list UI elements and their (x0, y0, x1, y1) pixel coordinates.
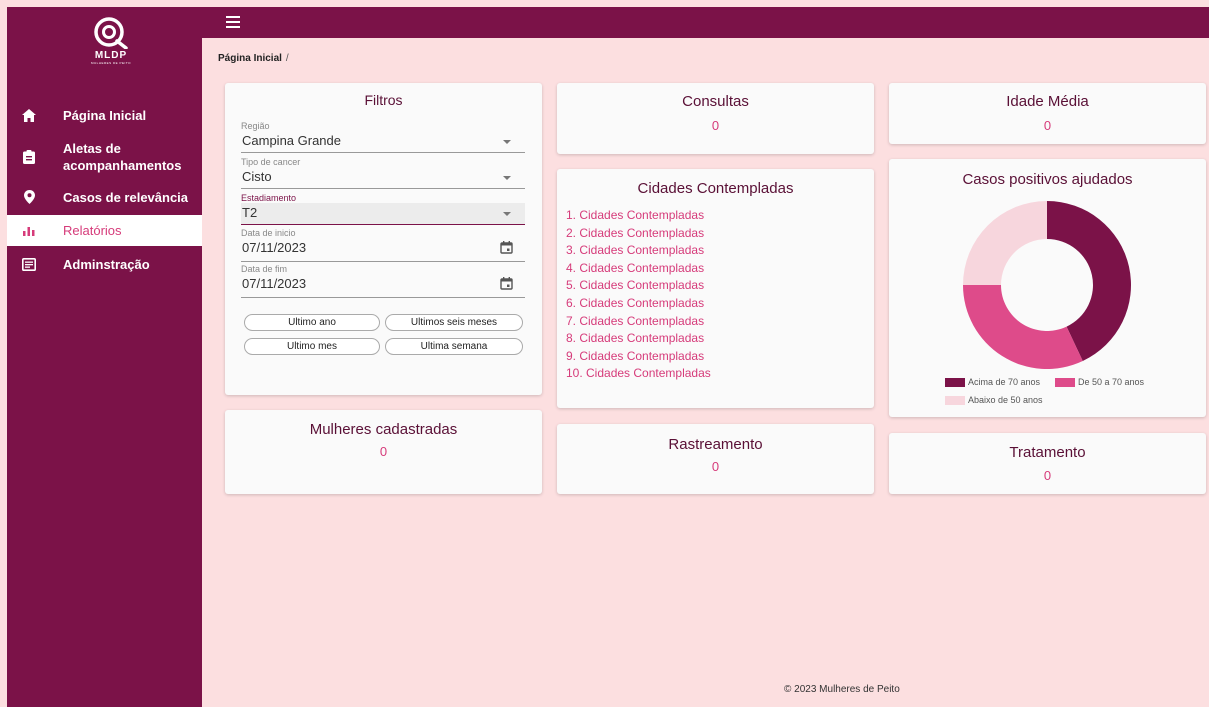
donut-slice-2[interactable] (963, 201, 1047, 285)
consultations-title: Consultas (682, 93, 749, 110)
staging-value: T2 (242, 205, 258, 220)
average-age-card: Idade Média 0 (889, 83, 1206, 144)
screening-title: Rastreamento (668, 436, 763, 453)
calendar-icon[interactable] (500, 241, 513, 254)
sidebar-item-label: Adminstração (63, 256, 150, 272)
calendar-icon[interactable] (500, 277, 513, 290)
cities-list: 1. Cidades Contempladas 2. Cidades Conte… (566, 207, 711, 383)
women-registered-card: Mulheres cadastradas 0 (225, 410, 542, 494)
sidebar-item-label: Casos de relevância (63, 189, 189, 205)
screening-value: 0 (711, 459, 720, 474)
women-registered-title: Mulheres cadastradas (309, 421, 458, 438)
breadcrumb-current[interactable]: Página Inicial (218, 53, 282, 64)
start-date-label: Data de inicio (241, 228, 296, 238)
sidebar-item-label: Relatórios (63, 223, 122, 238)
list-item[interactable]: 4. Cidades Contempladas (566, 260, 711, 278)
staging-select[interactable]: Estadiamento T2 (241, 193, 525, 225)
location-pin-icon (21, 189, 37, 205)
women-registered-value: 0 (379, 444, 388, 459)
sidebar-item-relatorios[interactable]: Relatórios (7, 215, 202, 246)
start-date-value: 07/11/2023 (242, 240, 307, 255)
consultations-value: 0 (711, 118, 720, 133)
brand-logo[interactable]: MLDP MULHERES DE PEITO (83, 15, 139, 73)
treatment-card: Tratamento 0 (889, 433, 1206, 494)
sidebar-item-casos-relevancia[interactable]: Casos de relevância (7, 179, 202, 215)
list-item[interactable]: 8. Cidades Contempladas (566, 330, 711, 348)
treatment-value: 0 (1043, 468, 1052, 483)
legend-item: De 50 a 70 anos (1055, 377, 1144, 387)
cities-title: Cidades Contempladas (637, 180, 794, 197)
region-label: Região (241, 121, 270, 131)
chart-title: Casos positivos ajudados (962, 171, 1133, 188)
staging-label: Estadiamento (241, 193, 297, 203)
filters-card: Filtros Região Campina Grande Tipo de ca… (225, 83, 542, 395)
admin-panel-icon (21, 256, 37, 272)
sidebar-item-administracao[interactable]: Adminstração (7, 246, 202, 282)
list-item[interactable]: 2. Cidades Contempladas (566, 225, 711, 243)
end-date-label: Data de fim (241, 264, 288, 274)
screening-card: Rastreamento 0 (557, 424, 874, 494)
list-item[interactable]: 1. Cidades Contempladas (566, 207, 711, 225)
positive-cases-chart-card: Casos positivos ajudados Acima de 70 ano… (889, 159, 1206, 417)
cancer-type-label: Tipo de cancer (241, 157, 301, 167)
legend-label: Abaixo de 50 anos (968, 395, 1043, 405)
legend-swatch (1055, 377, 1075, 387)
average-age-title: Idade Média (1006, 93, 1089, 110)
list-item[interactable]: 10. Cidades Contempladas (566, 365, 711, 383)
breadcrumb-separator: / (285, 53, 289, 64)
treatment-title: Tratamento (1009, 444, 1086, 461)
legend-swatch (945, 395, 965, 405)
cities-card: Cidades Contempladas 1. Cidades Contempl… (557, 169, 874, 408)
sidebar-item-label: Aletas de acompanhamentos (63, 141, 182, 173)
logo-icon (94, 17, 128, 49)
consultations-card: Consultas 0 (557, 83, 874, 154)
cancer-type-select[interactable]: Tipo de cancer Cisto (241, 157, 525, 189)
filters-title: Filtros (364, 92, 403, 108)
last-month-button[interactable]: Ultimo mes (244, 338, 380, 355)
last-week-button[interactable]: Ultima semana (385, 338, 523, 355)
list-item[interactable]: 3. Cidades Contempladas (566, 242, 711, 260)
end-date-value: 07/11/2023 (242, 276, 307, 291)
chevron-down-icon (503, 212, 511, 216)
list-item[interactable]: 9. Cidades Contempladas (566, 348, 711, 366)
sidebar-item-pagina-inicial[interactable]: Página Inicial (7, 95, 202, 135)
region-select[interactable]: Região Campina Grande (241, 121, 525, 153)
legend-label: Acima de 70 anos (968, 377, 1041, 387)
clipboard-icon (21, 149, 37, 165)
sidebar-item-label: Página Inicial (63, 107, 147, 123)
donut-chart (963, 201, 1131, 369)
top-app-bar (202, 7, 1209, 38)
bar-chart-icon (21, 223, 37, 239)
region-value: Campina Grande (242, 133, 341, 148)
list-item[interactable]: 6. Cidades Contempladas (566, 295, 711, 313)
sidebar: MLDP MULHERES DE PEITO Página Inicial Al… (7, 7, 202, 707)
sidebar-item-aletas[interactable]: Aletas de acompanhamentos (7, 135, 202, 179)
list-item[interactable]: 5. Cidades Contempladas (566, 277, 711, 295)
cancer-type-value: Cisto (242, 169, 272, 184)
chevron-down-icon (503, 176, 511, 180)
home-icon (21, 107, 37, 123)
start-date-field[interactable]: Data de inicio 07/11/2023 (241, 228, 525, 262)
sidebar-nav: Página Inicial Aletas de acompanhamentos… (7, 95, 202, 282)
last-year-button[interactable]: Ultimo ano (244, 314, 380, 331)
legend-label: De 50 a 70 anos (1078, 377, 1145, 387)
brand-tagline: MULHERES DE PEITO (91, 61, 131, 65)
end-date-field[interactable]: Data de fim 07/11/2023 (241, 264, 525, 298)
list-item[interactable]: 7. Cidades Contempladas (566, 313, 711, 331)
hamburger-icon[interactable] (226, 16, 240, 28)
footer-copyright: © 2023 Mulheres de Peito (784, 684, 900, 695)
breadcrumb: Página Inicial / (218, 53, 289, 64)
donut-slice-1[interactable] (963, 285, 1083, 369)
chevron-down-icon (503, 140, 511, 144)
last-six-months-button[interactable]: Ultimos seis meses (385, 314, 523, 331)
brand-name: MLDP (94, 50, 128, 61)
legend-swatch (945, 377, 965, 387)
legend-item: Abaixo de 50 anos (945, 395, 1043, 405)
legend-item: Acima de 70 anos (945, 377, 1040, 387)
average-age-value: 0 (1043, 118, 1052, 133)
